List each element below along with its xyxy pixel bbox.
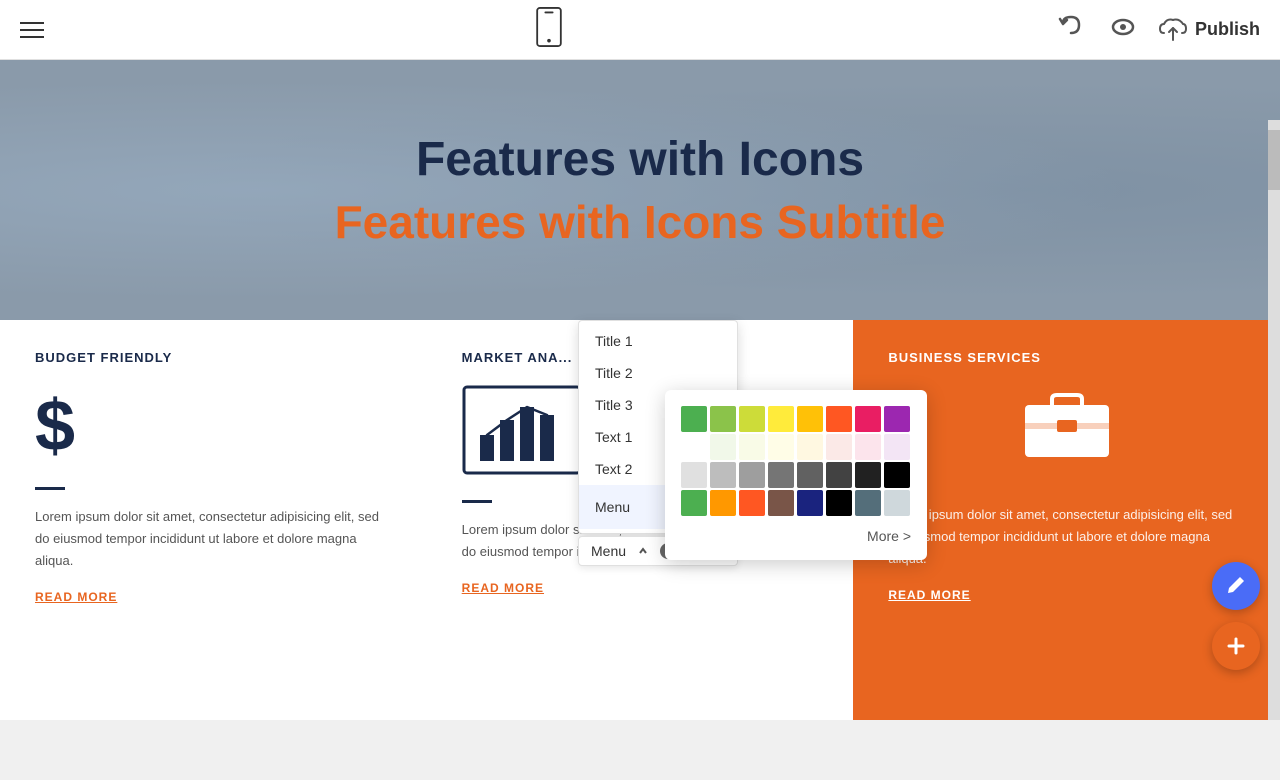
color-swatch[interactable] [768, 406, 794, 432]
card-budget-friendly: BUDGET FRIENDLY $ Lorem ipsum dolor sit … [0, 320, 427, 720]
topbar: Publish [0, 0, 1280, 60]
card-text-business: Lorem ipsum dolor sit amet, consectetur … [888, 504, 1245, 570]
color-swatch[interactable] [797, 434, 823, 460]
topbar-left [20, 22, 44, 38]
dropdown-menu-label: Menu [595, 499, 630, 515]
color-swatch[interactable] [884, 462, 910, 488]
color-swatch[interactable] [855, 490, 881, 516]
card-title-budget: BUDGET FRIENDLY [35, 350, 392, 365]
card-title-business: BUSINESS SERVICES [888, 350, 1245, 365]
hero-section: Features with Icons Features with Icons … [0, 60, 1280, 320]
color-swatch[interactable] [768, 462, 794, 488]
color-swatch[interactable] [884, 406, 910, 432]
color-swatch[interactable] [739, 462, 765, 488]
scrollbar-thumb[interactable] [1268, 130, 1280, 190]
chevron-up-icon [638, 546, 648, 556]
color-swatch[interactable] [826, 434, 852, 460]
scrollbar[interactable] [1268, 120, 1280, 720]
preview-eye-icon[interactable] [1107, 11, 1139, 48]
color-grid [681, 406, 911, 516]
color-swatch[interactable] [681, 462, 707, 488]
color-swatch[interactable] [826, 490, 852, 516]
color-swatch[interactable] [768, 490, 794, 516]
color-swatch[interactable] [797, 462, 823, 488]
dollar-icon: $ [35, 385, 392, 467]
main-content: Features with Icons Features with Icons … [0, 60, 1280, 720]
color-swatch[interactable] [855, 406, 881, 432]
read-more-budget[interactable]: READ MORE [35, 590, 117, 604]
topbar-center [535, 7, 563, 52]
color-swatch[interactable] [710, 406, 736, 432]
color-swatch[interactable] [710, 490, 736, 516]
color-swatch[interactable] [739, 406, 765, 432]
color-swatch[interactable] [681, 406, 707, 432]
fab-edit-button[interactable] [1212, 562, 1260, 610]
color-swatch[interactable] [826, 406, 852, 432]
dropdown-item-title2[interactable]: Title 2 [579, 357, 737, 389]
read-more-business[interactable]: READ MORE [888, 588, 970, 602]
more-colors-button[interactable]: More > [681, 528, 911, 544]
card-divider-market [462, 500, 492, 503]
color-swatch[interactable] [739, 434, 765, 460]
color-swatch[interactable] [681, 490, 707, 516]
hero-subtitle: Features with Icons Subtitle [335, 195, 946, 249]
mobile-preview-icon[interactable] [535, 7, 563, 52]
color-swatch[interactable] [826, 462, 852, 488]
color-swatch[interactable] [797, 406, 823, 432]
color-swatch[interactable] [739, 490, 765, 516]
card-text-budget: Lorem ipsum dolor sit amet, consectetur … [35, 506, 392, 572]
color-picker: More > [665, 390, 927, 560]
color-swatch[interactable] [681, 434, 707, 460]
hero-title: Features with Icons [416, 132, 864, 187]
card-divider-budget [35, 487, 65, 490]
publish-button[interactable]: Publish [1159, 16, 1260, 44]
topbar-right: Publish [1055, 11, 1260, 48]
hero-background [0, 60, 1280, 320]
undo-icon[interactable] [1055, 11, 1087, 48]
color-swatch[interactable] [855, 462, 881, 488]
color-swatch[interactable] [710, 462, 736, 488]
fab-add-button[interactable] [1212, 622, 1260, 670]
menu-bar-label: Menu [591, 543, 626, 559]
publish-label: Publish [1195, 19, 1260, 40]
hamburger-menu-icon[interactable] [20, 22, 44, 38]
color-swatch[interactable] [884, 490, 910, 516]
color-swatch[interactable] [797, 490, 823, 516]
dropdown-item-title1[interactable]: Title 1 [579, 325, 737, 357]
briefcase-icon [888, 385, 1245, 465]
color-swatch[interactable] [710, 434, 736, 460]
color-swatch[interactable] [855, 434, 881, 460]
read-more-market[interactable]: READ MORE [462, 581, 544, 595]
color-swatch[interactable] [768, 434, 794, 460]
color-swatch[interactable] [884, 434, 910, 460]
